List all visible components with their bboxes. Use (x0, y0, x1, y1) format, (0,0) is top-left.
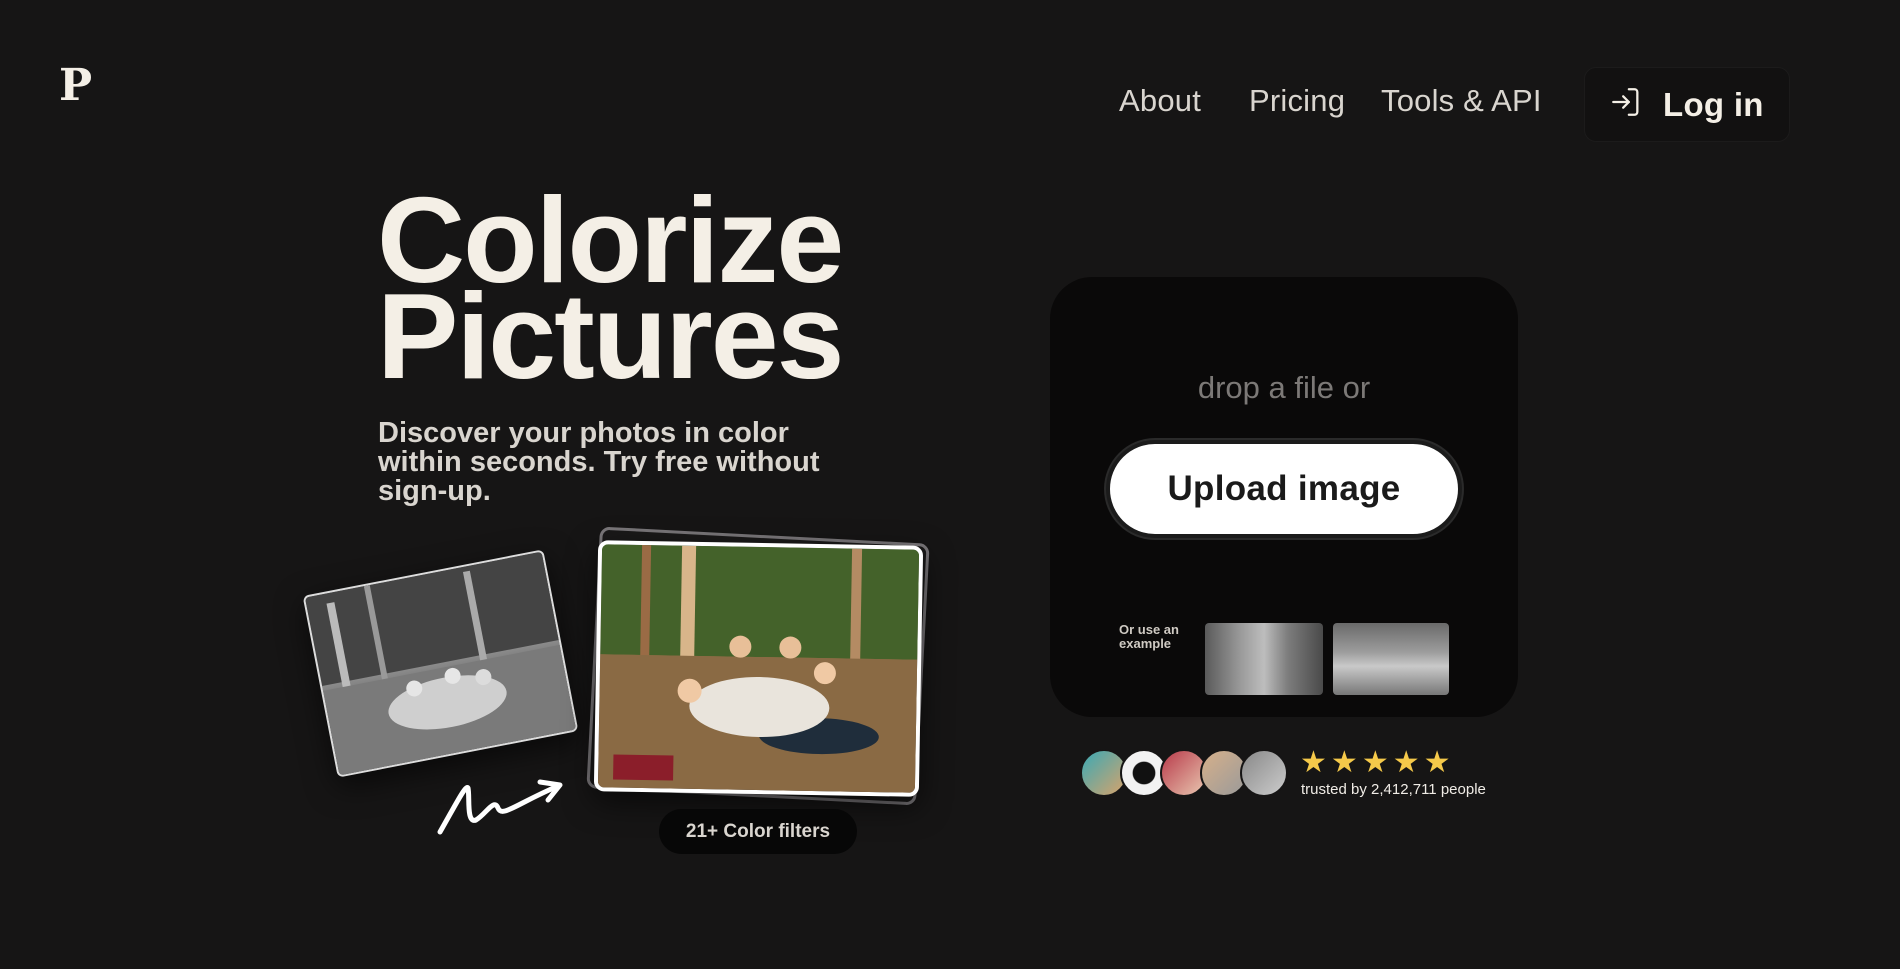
nav-pricing[interactable]: Pricing (1249, 85, 1345, 116)
login-icon (1609, 85, 1643, 124)
examples-label: Or use an example (1119, 622, 1179, 651)
avatar (1240, 749, 1288, 797)
color-filters-badge[interactable]: 21+ Color filters (659, 809, 857, 854)
color-photo-scene (597, 544, 924, 797)
hero-title: Colorize Pictures (377, 179, 844, 397)
bw-sample-photo (302, 549, 579, 778)
star-icon: ★ (1300, 746, 1327, 779)
star-icon: ★ (1423, 746, 1451, 779)
upload-dropzone[interactable]: drop a file or Upload image Or use an ex… (1050, 277, 1518, 717)
brand-logo[interactable]: P (59, 64, 92, 108)
arrow-illustration (437, 779, 563, 835)
hero-title-line2: Pictures (377, 268, 844, 404)
nav-about[interactable]: About (1119, 85, 1201, 116)
hero-subtitle: Discover your photos in color within sec… (378, 417, 820, 507)
bw-photo-scene (304, 550, 579, 778)
star-icon: ★ (1392, 746, 1420, 779)
upload-image-button[interactable]: Upload image (1106, 440, 1462, 538)
colorized-sample-photo (593, 540, 924, 797)
example-image-1[interactable] (1205, 623, 1323, 695)
example-image-2[interactable] (1333, 623, 1449, 695)
login-button[interactable]: Log in (1584, 67, 1790, 142)
rating-stars: ★ ★ ★ ★ ★ (1300, 746, 1451, 779)
trusted-by-text: trusted by 2,412,711 people (1301, 781, 1486, 798)
star-icon: ★ (1361, 746, 1389, 779)
drop-file-text: drop a file or (1197, 370, 1371, 405)
nav-tools-api[interactable]: Tools & API (1381, 85, 1542, 116)
star-icon: ★ (1330, 746, 1358, 779)
login-label: Log in (1663, 85, 1764, 123)
